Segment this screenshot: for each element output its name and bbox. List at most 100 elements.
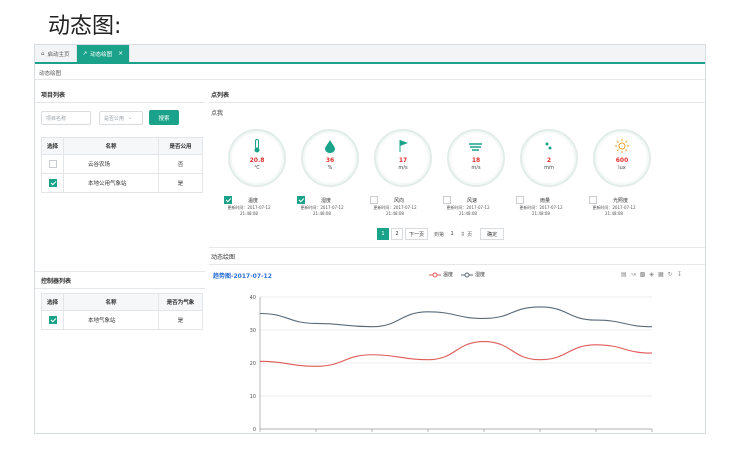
point-item[interactable]: 光照度 更新时间：2017-07-12 21:48:08 [589,196,639,216]
page-suffix: 页 [467,231,473,238]
point-checkbox[interactable] [224,196,232,204]
project-panel-title: 项目列表 [41,92,66,99]
tab-dynamic-chart[interactable]: ↗ 动态绘图 × [76,45,131,62]
legend-item[interactable]: 湿度 [461,271,485,278]
gauge-unit: m/s [398,165,408,171]
project-name: 云谷农场 [63,154,159,174]
legend-label: 湿度 [475,272,486,278]
gauge-温度: 20.8 ℃ [228,129,286,187]
restore-icon[interactable]: ↻ [668,271,673,278]
breadcrumb: 动态绘图 [39,71,62,77]
page-button[interactable]: 1 [377,228,389,240]
gauge-unit: mm [544,165,554,171]
legend-item[interactable]: 温度 [429,271,453,278]
legend-label: 温度 [443,272,454,278]
next-page-button[interactable]: 下一页 [405,228,429,240]
gauge-unit: lux [618,165,626,171]
table-row[interactable]: 本地公用气象站 是 [41,173,203,193]
y-tick-label: 40 [250,295,256,301]
point-label: 光照度 [613,197,629,204]
gauge-value: 18 [471,157,481,164]
row-checkbox[interactable] [48,179,57,187]
divider [209,102,705,103]
wind-speed-icon [449,139,503,151]
gauge-unit: m/s [471,165,481,171]
row-checkbox[interactable] [48,316,57,324]
point-item[interactable]: 湿度 更新时间：2017-07-12 21:48:08 [297,196,347,216]
series-line-湿度 [259,306,653,328]
stepper-icon[interactable]: ⇕ [460,231,465,238]
column-header: 是否为气象 [158,293,203,311]
point-item[interactable]: 雨量 更新时间：2017-07-12 21:48:08 [516,196,566,216]
update-time: 21:48:08 [240,211,258,216]
point-item[interactable]: 风速 更新时间：2017-07-12 21:48:08 [443,196,493,216]
page-button[interactable]: 2 [391,228,403,240]
app-window: ⌂ 启动主页 ↗ 动态绘图 × 动态绘图 项目列表 项目名称 是否公用 ⌄ 搜索… [34,44,706,434]
point-item[interactable]: 风向 更新时间：2017-07-12 21:48:08 [370,196,420,216]
confirm-button[interactable]: 确定 [480,228,505,240]
column-header: 名称 [63,137,159,155]
project-name: 本地公用气象站 [63,173,159,193]
search-button[interactable]: 搜索 [149,110,179,125]
close-icon[interactable]: × [118,50,123,57]
gauge-value: 36 [325,157,335,164]
line-chart-icon: ↗ [82,50,88,57]
stack-icon[interactable]: ◈ [649,271,654,278]
public-select[interactable]: 是否公用 ⌄ [99,111,143,125]
tab-label: 启动主页 [47,51,70,58]
gauge-value: 2 [546,157,552,164]
tab-home[interactable]: ⌂ 启动主页 [35,45,77,62]
goto-label: 到第 [434,231,445,238]
y-tick-label: 10 [250,394,256,400]
page-input[interactable]: 1 [446,228,459,240]
update-time: 更新时间：2017-07-12 [519,205,563,210]
point-label: 温度 [248,197,259,204]
update-time: 21:48:08 [313,211,331,216]
controller-panel-title: 控制器列表 [41,278,72,285]
chart-title: 趋势图-2017-07-12 [213,273,272,280]
home-icon: ⌂ [41,50,45,57]
update-time: 更新时间：2017-07-12 [227,205,271,210]
gauge-湿度: 36% [301,129,359,187]
table-row[interactable]: 云谷农场 否 [41,154,203,174]
gauge-光照度: 600 lux [593,129,651,187]
gauge-unit: % [327,165,333,171]
divider [35,102,205,103]
thermometer-icon [230,139,284,153]
divider [35,79,705,80]
data-view-icon[interactable]: ▤ [621,271,627,278]
gauge-风向: 17 m/s [374,129,432,187]
y-tick-label: 20 [250,361,256,367]
point-checkbox[interactable] [589,196,597,204]
row-checkbox[interactable] [48,160,57,168]
line-switch-icon[interactable]: ↝ [631,271,636,278]
gauge-value: 17 [398,157,408,164]
point-checkbox[interactable] [370,196,378,204]
save-image-icon[interactable]: ↧ [677,271,682,278]
controller-table: 选择 名称 是否为气象 本地气象站 是 [41,293,203,330]
wind-direction-icon [376,139,430,152]
project-name-input[interactable]: 项目名称 [41,111,91,125]
point-item[interactable]: 温度 更新时间：2017-07-12 21:48:08 [224,196,274,216]
points-panel-title: 点列表 [211,92,230,99]
tab-bar: ⌂ 启动主页 ↗ 动态绘图 × [35,45,705,64]
humidity-icon [303,139,357,153]
update-time: 更新时间：2017-07-12 [373,205,417,210]
divider [209,247,705,248]
tiled-icon[interactable]: ▦ [658,271,664,278]
point-checkbox[interactable] [297,196,305,204]
table-row[interactable]: 本地气象站 是 [41,310,203,330]
project-public: 否 [158,154,203,174]
point-label: 雨量 [540,197,551,204]
chart-toolbox: ▤ ↝ ▩ ◈ ▦ ↻ ↧ [621,271,682,278]
update-time: 21:48:08 [605,211,623,216]
tab-label: 动态绘图 [90,51,113,58]
gauge-雨量: 2 mm [520,129,578,187]
column-header: 是否公用 [158,137,203,155]
point-checkbox[interactable] [516,196,524,204]
point-checkbox[interactable] [443,196,451,204]
page-caption: 动态图: [48,14,122,39]
bar-switch-icon[interactable]: ▩ [640,271,646,278]
update-time: 21:48:08 [532,211,550,216]
project-public: 是 [158,173,203,193]
